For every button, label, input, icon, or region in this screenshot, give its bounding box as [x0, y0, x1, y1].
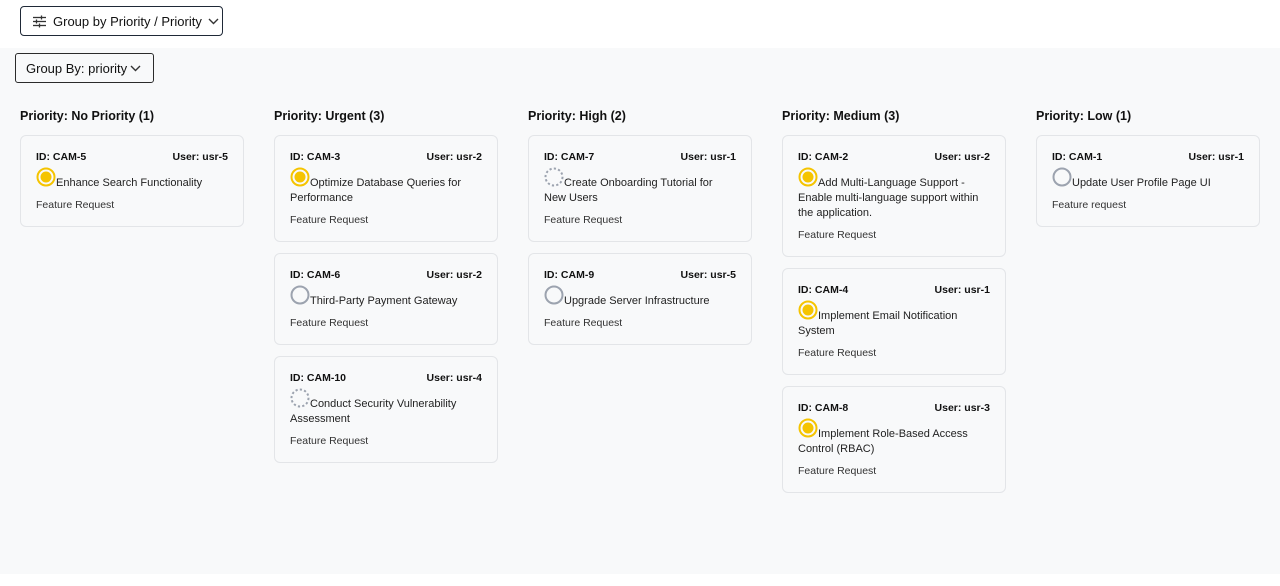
ticket-tag: Feature Request — [544, 214, 623, 226]
ticket-card[interactable]: ID: CAM-4 User: usr-1 Implement Email Not… — [782, 268, 1006, 375]
top-toolbar: Group by Priority / Priority — [0, 0, 1280, 48]
group-by-label: Group By: priority — [26, 60, 128, 76]
ticket-title: Implement Role-Based Access Control (RBA… — [798, 428, 968, 455]
backlog-status-icon — [544, 167, 564, 187]
todo-status-icon — [290, 285, 310, 305]
backlog-status-icon — [290, 388, 310, 408]
column-header: Priority: Low (1) — [1036, 109, 1132, 123]
column-header: Priority: Medium (3) — [782, 109, 900, 123]
ticket-id: ID: CAM-5 — [36, 151, 87, 163]
ticket-card[interactable]: ID: CAM-8 User: usr-3 Implement Role-Base… — [782, 386, 1006, 493]
column-header: Priority: Urgent (3) — [274, 109, 385, 123]
column-header: Priority: No Priority (1) — [20, 109, 155, 123]
ticket-card[interactable]: ID: CAM-3 User: usr-2 Optimize Database Q… — [274, 135, 498, 242]
kanban-board: Group By: priority Priority: No Priority… — [0, 48, 1280, 574]
ticket-tag: Feature Request — [798, 465, 877, 477]
ticket-user: User: usr-2 — [426, 269, 482, 281]
column-urgent: Priority: Urgent (3) ID: CAM-3 User: usr-… — [274, 109, 498, 504]
column-low: Priority: Low (1) ID: CAM-1 User: usr-1 U… — [1036, 109, 1260, 504]
ticket-user: User: usr-1 — [934, 284, 990, 296]
ticket-title: Conduct Security Vulnerability Assessmen… — [290, 398, 457, 425]
column-no-priority: Priority: No Priority (1) ID: CAM-5 User:… — [20, 109, 244, 504]
ticket-user: User: usr-1 — [1188, 151, 1244, 163]
in-progress-status-icon — [798, 167, 818, 187]
ticket-tag: Feature Request — [544, 317, 623, 329]
todo-status-icon — [544, 285, 564, 305]
in-progress-status-icon — [290, 167, 310, 187]
ticket-tag: Feature Request — [798, 229, 877, 241]
ticket-title: Upgrade Server Infrastructure — [564, 295, 710, 307]
ticket-id: ID: CAM-7 — [544, 151, 595, 163]
ticket-card[interactable]: ID: CAM-5 User: usr-5 Enhance Search Func… — [20, 135, 244, 227]
ticket-card[interactable]: ID: CAM-2 User: usr-2 Add Multi-Language … — [782, 135, 1006, 257]
display-options-button[interactable]: Group by Priority / Priority — [20, 6, 223, 36]
sliders-icon — [32, 15, 47, 28]
ticket-id: ID: CAM-6 — [290, 269, 341, 281]
ticket-id: ID: CAM-4 — [798, 284, 849, 296]
ticket-user: User: usr-2 — [426, 151, 482, 163]
ticket-id: ID: CAM-2 — [798, 151, 849, 163]
ticket-user: User: usr-5 — [680, 269, 736, 281]
ticket-id: ID: CAM-10 — [290, 372, 347, 384]
ticket-id: ID: CAM-1 — [1052, 151, 1103, 163]
column-medium: Priority: Medium (3) ID: CAM-2 User: usr-… — [782, 109, 1006, 504]
ticket-card[interactable]: ID: CAM-6 User: usr-2 Third-Party Payment… — [274, 253, 498, 345]
ticket-user: User: usr-3 — [934, 402, 990, 414]
ticket-title: Implement Email Notification System — [798, 310, 958, 337]
display-options-label: Group by Priority / Priority — [53, 13, 202, 29]
ticket-card[interactable]: ID: CAM-1 User: usr-1 Update User Profile… — [1036, 135, 1260, 227]
ticket-title: Create Onboarding Tutorial for New Users — [544, 177, 713, 204]
ticket-tag: Feature Request — [290, 317, 369, 329]
ticket-id: ID: CAM-3 — [290, 151, 341, 163]
ticket-user: User: usr-5 — [172, 151, 228, 163]
todo-status-icon — [1052, 167, 1072, 187]
ticket-tag: Feature Request — [290, 435, 369, 447]
column-header: Priority: High (2) — [528, 109, 626, 123]
ticket-title: Optimize Database Queries for Performanc… — [290, 177, 462, 204]
ticket-user: User: usr-4 — [426, 372, 482, 384]
in-progress-status-icon — [36, 167, 56, 187]
ticket-card[interactable]: ID: CAM-7 User: usr-1 Create Onboarding T… — [528, 135, 752, 242]
in-progress-status-icon — [798, 418, 818, 438]
in-progress-status-icon — [798, 300, 818, 320]
ticket-user: User: usr-2 — [934, 151, 990, 163]
ticket-title: Add Multi-Language Support - Enable mult… — [798, 177, 979, 219]
column-high: Priority: High (2) ID: CAM-7 User: usr-1 … — [528, 109, 752, 504]
ticket-title: Enhance Search Functionality — [56, 177, 203, 189]
ticket-title: Update User Profile Page UI — [1072, 177, 1211, 189]
ticket-card[interactable]: ID: CAM-10 User: usr-4 Conduct Security V… — [274, 356, 498, 463]
board-columns: Priority: No Priority (1) ID: CAM-5 User:… — [20, 109, 1260, 504]
ticket-title: Third-Party Payment Gateway — [310, 295, 458, 307]
ticket-id: ID: CAM-9 — [544, 269, 595, 281]
chevron-down-icon — [130, 65, 141, 72]
ticket-tag: Feature Request — [290, 214, 369, 226]
ticket-id: ID: CAM-8 — [798, 402, 849, 414]
ticket-user: User: usr-1 — [680, 151, 736, 163]
ticket-tag: Feature Request — [798, 347, 877, 359]
ticket-card[interactable]: ID: CAM-9 User: usr-5 Upgrade Server Infr… — [528, 253, 752, 345]
ticket-tag: Feature request — [1052, 199, 1127, 211]
chevron-down-icon — [208, 18, 219, 25]
ticket-tag: Feature Request — [36, 199, 115, 211]
group-by-select[interactable]: Group By: priority — [15, 53, 154, 83]
